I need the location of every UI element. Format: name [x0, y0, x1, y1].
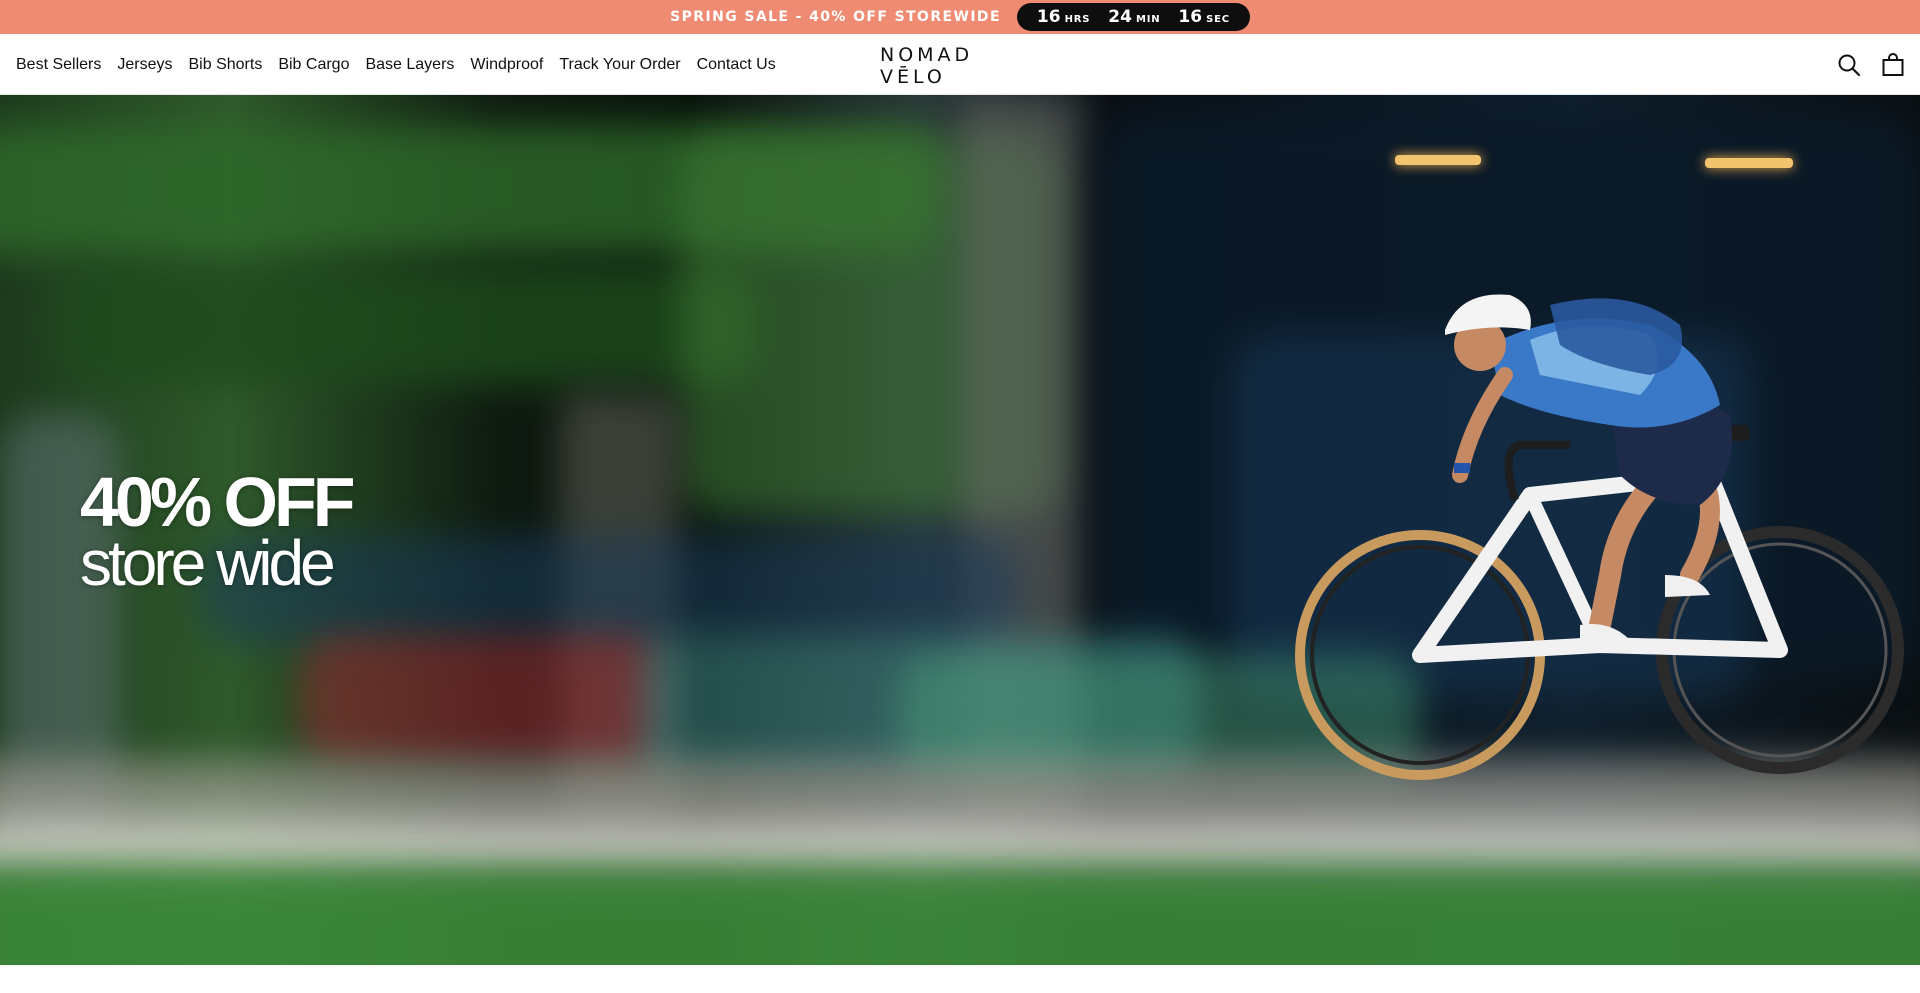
nav-item-bib-shorts[interactable]: Bib Shorts — [189, 56, 263, 74]
countdown-seconds: 16 SEC — [1178, 7, 1229, 27]
nav-item-contact-us[interactable]: Contact Us — [697, 56, 776, 74]
main-nav: Best Sellers Jerseys Bib Shorts Bib Carg… — [16, 34, 776, 95]
countdown-timer: 16 HRS 24 MIN 16 SEC — [1016, 3, 1250, 31]
countdown-hours-value: 16 — [1036, 7, 1061, 27]
site-header: Best Sellers Jerseys Bib Shorts Bib Carg… — [0, 34, 1920, 95]
cyclist-image — [1295, 294, 1904, 780]
nav-item-best-sellers[interactable]: Best Sellers — [16, 56, 101, 74]
countdown-minutes: 24 MIN — [1108, 7, 1160, 27]
hero-headline: 40% OFF store wide — [80, 463, 356, 599]
countdown-seconds-label: SEC — [1206, 14, 1230, 25]
announcement-bar: SPRING SALE - 40% OFF STOREWIDE 16 HRS 2… — [0, 0, 1920, 34]
header-icons — [1836, 34, 1906, 95]
cart-icon[interactable] — [1880, 52, 1906, 78]
hero-headline-line1: 40% OFF — [80, 463, 356, 541]
site-logo[interactable]: NOMAD VĒLO — [880, 44, 1040, 88]
nav-item-bib-cargo[interactable]: Bib Cargo — [278, 56, 349, 74]
countdown-seconds-value: 16 — [1178, 7, 1203, 27]
search-icon[interactable] — [1836, 52, 1862, 78]
page-bottom-strip — [0, 965, 1920, 993]
countdown-hours: 16 HRS — [1037, 7, 1090, 27]
announcement-text: SPRING SALE - 40% OFF STOREWIDE — [670, 9, 1001, 25]
countdown-minutes-label: MIN — [1135, 14, 1161, 25]
countdown-hours-label: HRS — [1064, 14, 1091, 25]
nav-item-base-layers[interactable]: Base Layers — [365, 56, 454, 74]
nav-item-windproof[interactable]: Windproof — [470, 56, 543, 74]
hero-banner[interactable]: 40% OFF store wide — [0, 95, 1920, 965]
nav-item-track-your-order[interactable]: Track Your Order — [559, 56, 680, 74]
nav-item-jerseys[interactable]: Jerseys — [117, 56, 172, 74]
countdown-minutes-value: 24 — [1108, 7, 1132, 27]
hero-headline-line2: store wide — [80, 527, 336, 599]
